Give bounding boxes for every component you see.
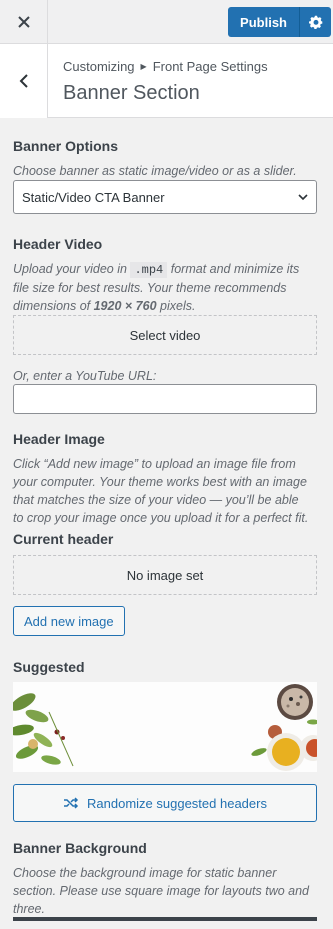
banner-background-preview-edge — [13, 917, 317, 921]
panel-scrollbar[interactable] — [329, 118, 333, 929]
customizer-topbar: Publish — [0, 0, 333, 44]
add-new-image-button[interactable]: Add new image — [13, 606, 125, 636]
no-image-placeholder: No image set — [13, 555, 317, 595]
header-video-title: Header Video — [13, 236, 103, 252]
banner-background-description: Choose the background image for static b… — [13, 864, 317, 918]
header-image-desc-line2: your computer. Your theme works best wit… — [13, 475, 307, 489]
chevron-left-icon — [19, 74, 28, 88]
publish-settings-button[interactable] — [299, 7, 331, 37]
close-icon — [17, 16, 30, 28]
add-image-wrapper: Add new image — [13, 606, 317, 636]
header-image-desc-line4: to crop your image once you upload it fo… — [13, 511, 309, 525]
youtube-url-label: Or, enter a YouTube URL: — [13, 369, 157, 383]
close-customizer-button[interactable] — [0, 0, 48, 44]
banner-background-title: Banner Background — [13, 840, 147, 856]
randomize-headers-label: Randomize suggested headers — [87, 795, 267, 811]
header-video-desc-part2: format and minimize its — [170, 262, 300, 276]
header-video-desc-line3-suffix: pixels. — [160, 299, 196, 313]
section-title: Banner Section — [63, 82, 200, 104]
publish-group: Publish — [228, 7, 331, 37]
banner-background-desc-line1: Choose the background image for static b… — [13, 866, 277, 880]
recommended-dimensions: 1920 × 760 — [93, 299, 157, 313]
format-code: .mp4 — [130, 262, 168, 278]
breadcrumb-child: Front Page Settings — [152, 59, 268, 74]
header-image-desc-line1: Click “Add new image” to upload an image… — [13, 457, 296, 471]
select-video-button[interactable]: Select video — [13, 315, 317, 355]
breadcrumb: Customizing ▶ Front Page Settings — [63, 59, 268, 74]
shuffle-icon — [64, 797, 79, 809]
publish-button[interactable]: Publish — [228, 7, 299, 37]
chevron-down-icon — [298, 193, 308, 200]
suggested-title: Suggested — [13, 659, 85, 675]
banner-options-description: Choose banner as static image/video or a… — [13, 164, 297, 178]
banner-background-desc-line3: three. — [13, 902, 45, 916]
randomize-headers-button[interactable]: Randomize suggested headers — [13, 784, 317, 822]
banner-background-desc-line2: section. Please use square image for lay… — [13, 884, 310, 898]
header-image-description: Click “Add new image” to upload an image… — [13, 455, 317, 527]
banner-options-selected: Static/Video CTA Banner — [22, 189, 165, 205]
breadcrumb-separator-icon: ▶ — [140, 62, 147, 71]
section-header: Customizing ▶ Front Page Settings Banner… — [0, 44, 333, 118]
banner-options-control: Banner Options — [13, 137, 317, 155]
header-image-title: Header Image — [13, 431, 105, 447]
header-video-description: Upload your video in .mp4 format and min… — [13, 260, 317, 315]
current-header-title: Current header — [13, 531, 114, 547]
back-button[interactable] — [0, 44, 48, 118]
breadcrumb-parent: Customizing — [63, 59, 135, 74]
header-video-desc-part1: Upload your video in — [13, 262, 127, 276]
header-video-desc-line2: file size for best results. Your theme r… — [13, 281, 287, 295]
youtube-url-input[interactable] — [13, 384, 317, 414]
banner-options-title: Banner Options — [13, 138, 119, 154]
gear-icon — [308, 15, 322, 29]
header-image-desc-line3: that matches the size of your video — yo… — [13, 493, 299, 507]
header-video-desc-line3-prefix: dimensions of — [13, 299, 91, 313]
suggested-header-image[interactable] — [13, 682, 317, 772]
banner-options-select[interactable]: Static/Video CTA Banner — [13, 180, 317, 214]
suggested-header-illustration — [13, 684, 317, 771]
